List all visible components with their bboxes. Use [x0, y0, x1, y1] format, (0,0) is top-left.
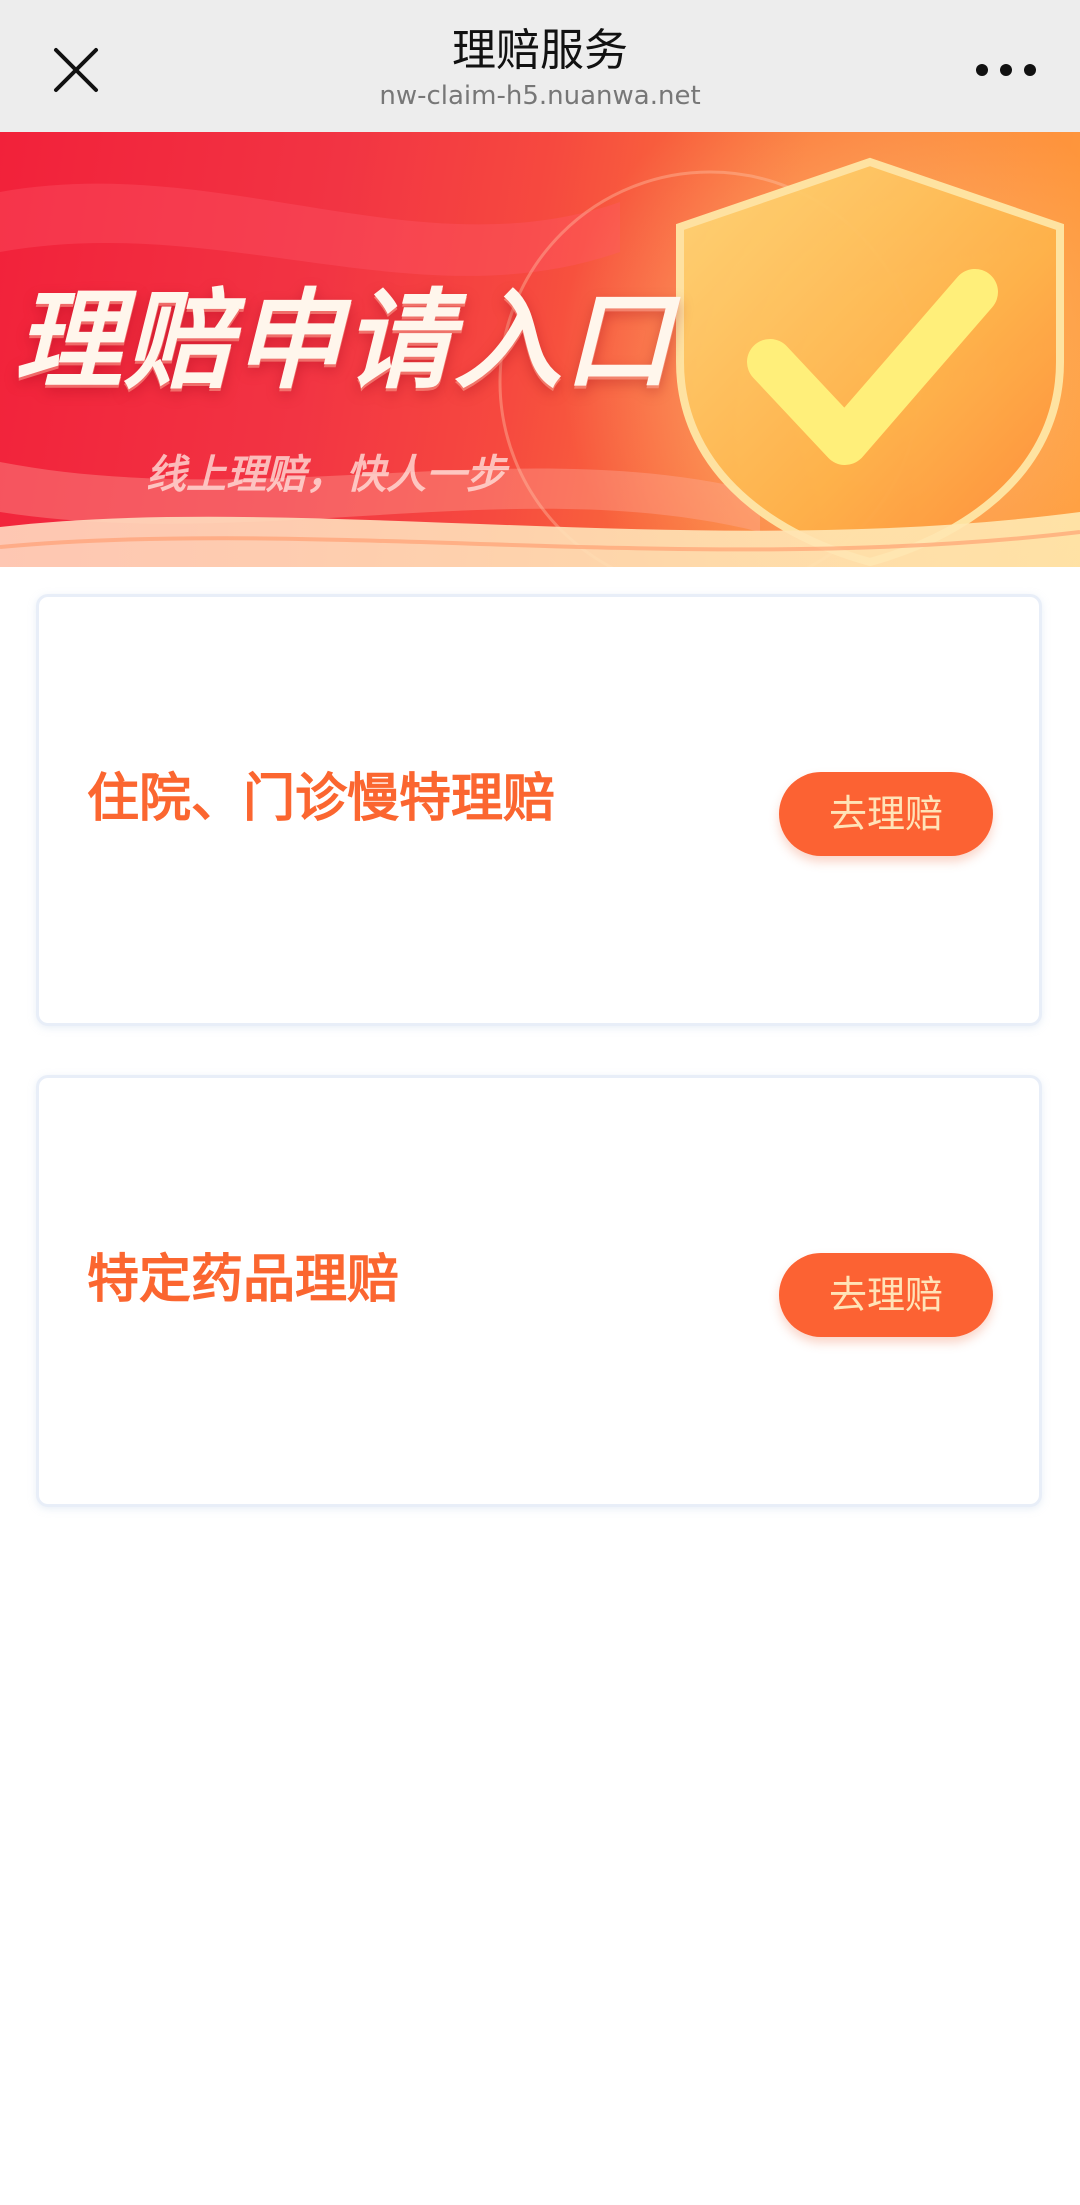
card-title: 住院、门诊慢特理赔	[87, 769, 556, 829]
more-options-button[interactable]	[968, 50, 1044, 90]
card-title: 特定药品理赔	[87, 1250, 400, 1310]
claim-banner: 理赔申请入口 线上理赔，快人一步	[0, 132, 1080, 567]
claim-card-specific-drugs: 特定药品理赔 去理赔	[36, 1075, 1042, 1507]
close-button[interactable]	[48, 42, 104, 98]
page-url: nw-claim-h5.nuanwa.net	[379, 81, 701, 111]
top-navigation-bar: 理赔服务 nw-claim-h5.nuanwa.net	[0, 0, 1080, 132]
more-dots-icon	[976, 64, 1036, 76]
title-block: 理赔服务 nw-claim-h5.nuanwa.net	[240, 24, 840, 112]
banner-title: 理赔申请入口	[14, 279, 675, 404]
claim-card-hospital-outpatient: 住院、门诊慢特理赔 去理赔	[36, 594, 1042, 1026]
go-claim-button[interactable]: 去理赔	[779, 1253, 993, 1337]
go-claim-button[interactable]: 去理赔	[779, 772, 993, 856]
close-icon	[54, 48, 98, 92]
banner-subtitle: 线上理赔，快人一步	[146, 452, 506, 498]
page-title: 理赔服务	[452, 25, 628, 76]
